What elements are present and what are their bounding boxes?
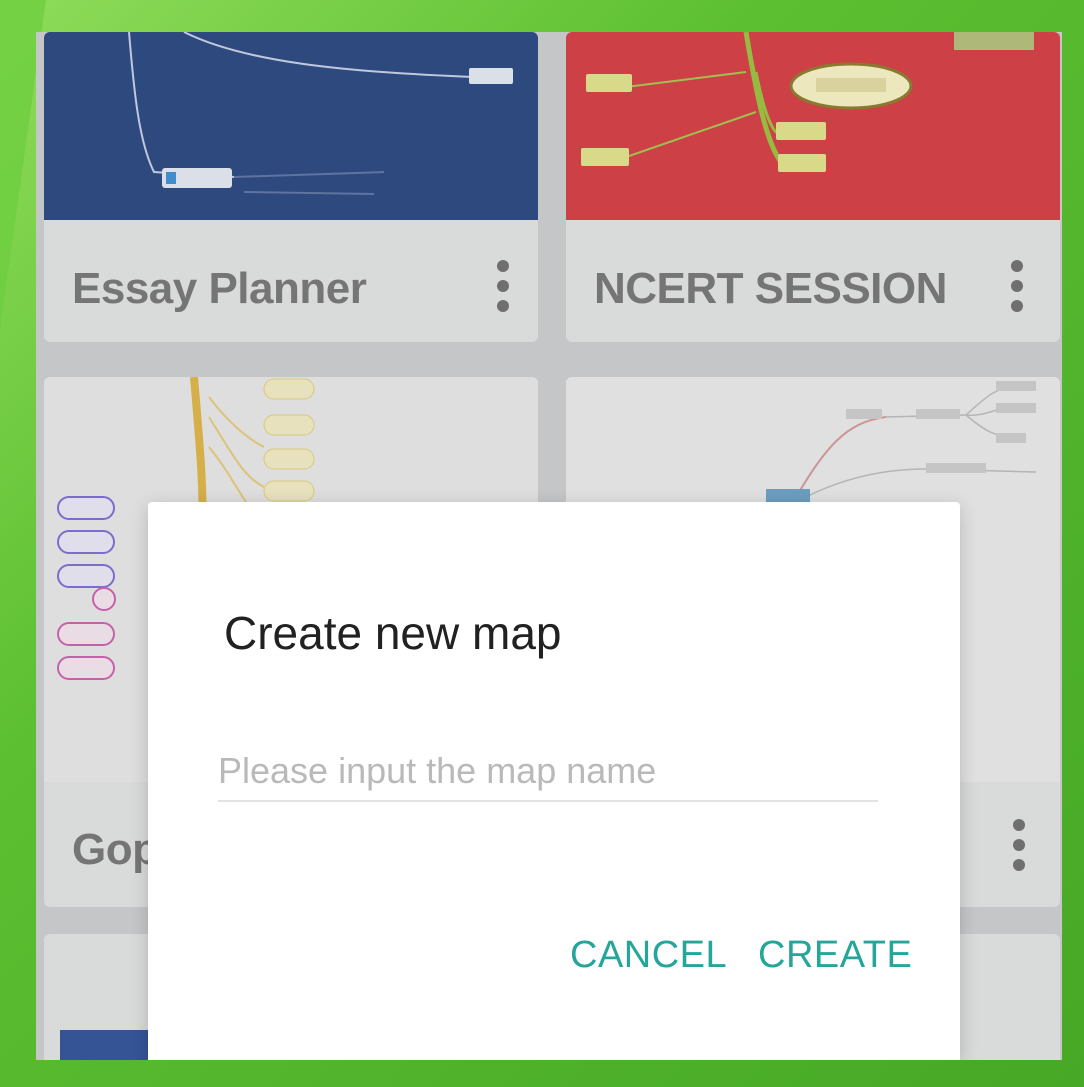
create-map-dialog: Create new map CANCEL CREATE	[148, 502, 960, 1060]
app-screen: Essay Planner NCERT SESSION Gop Create n…	[36, 32, 1062, 1060]
create-button[interactable]: CREATE	[758, 934, 912, 977]
dialog-title: Create new map	[224, 607, 562, 659]
cancel-button[interactable]: CANCEL	[570, 934, 727, 977]
map-name-input[interactable]	[218, 742, 878, 802]
